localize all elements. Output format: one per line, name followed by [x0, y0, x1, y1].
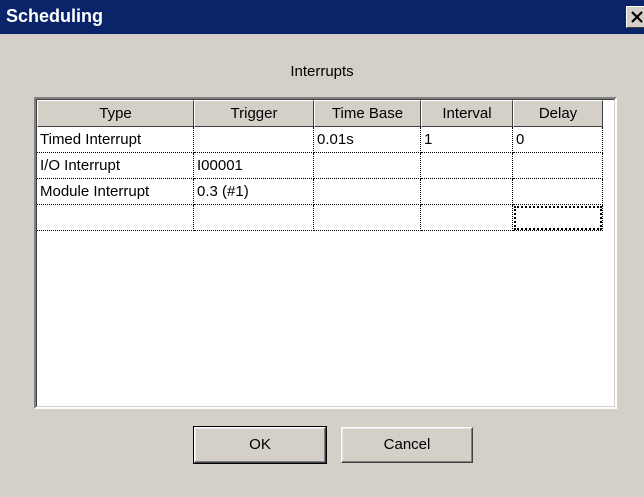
cell-time-base[interactable]: [314, 179, 421, 205]
cell-delay[interactable]: 0: [513, 127, 603, 153]
cancel-button[interactable]: Cancel: [341, 427, 473, 463]
column-header-time-base[interactable]: Time Base: [314, 100, 421, 127]
ok-button[interactable]: OK: [193, 426, 327, 464]
scheduling-dialog: Scheduling Interrupts Type Trigger Time …: [0, 0, 644, 497]
window-title: Scheduling: [6, 6, 104, 26]
close-button[interactable]: [626, 6, 644, 28]
interrupts-grid[interactable]: Type Trigger Time Base Interval Delay Ti…: [34, 97, 617, 409]
cell-time-base[interactable]: [314, 205, 421, 231]
cell-trigger[interactable]: 0.3 (#1): [194, 179, 314, 205]
cell-time-base[interactable]: [314, 153, 421, 179]
interrupts-label: Interrupts: [290, 63, 354, 80]
table-row: [37, 205, 603, 231]
cell-interval[interactable]: [421, 153, 513, 179]
column-header-delay[interactable]: Delay: [513, 100, 603, 127]
cell-interval[interactable]: 1: [421, 127, 513, 153]
table-row: Timed Interrupt 0.01s 1 0: [37, 127, 603, 153]
cell-type[interactable]: I/O Interrupt: [37, 153, 194, 179]
cell-delay-focused[interactable]: [513, 205, 603, 231]
grid-header-row: Type Trigger Time Base Interval Delay: [37, 100, 603, 127]
table-row: Module Interrupt 0.3 (#1): [37, 179, 603, 205]
cell-trigger[interactable]: I00001: [194, 153, 314, 179]
table-row: I/O Interrupt I00001: [37, 153, 603, 179]
column-header-trigger[interactable]: Trigger: [194, 100, 314, 127]
cell-delay[interactable]: [513, 153, 603, 179]
cell-type[interactable]: [37, 205, 194, 231]
cell-trigger[interactable]: [194, 127, 314, 153]
column-header-type[interactable]: Type: [37, 100, 194, 127]
cell-type[interactable]: Module Interrupt: [37, 179, 194, 205]
cell-delay[interactable]: [513, 179, 603, 205]
cell-interval[interactable]: [421, 179, 513, 205]
column-header-interval[interactable]: Interval: [421, 100, 513, 127]
cell-interval[interactable]: [421, 205, 513, 231]
cell-time-base[interactable]: 0.01s: [314, 127, 421, 153]
cell-type[interactable]: Timed Interrupt: [37, 127, 194, 153]
title-bar[interactable]: Scheduling: [0, 0, 644, 34]
cell-trigger[interactable]: [194, 205, 314, 231]
